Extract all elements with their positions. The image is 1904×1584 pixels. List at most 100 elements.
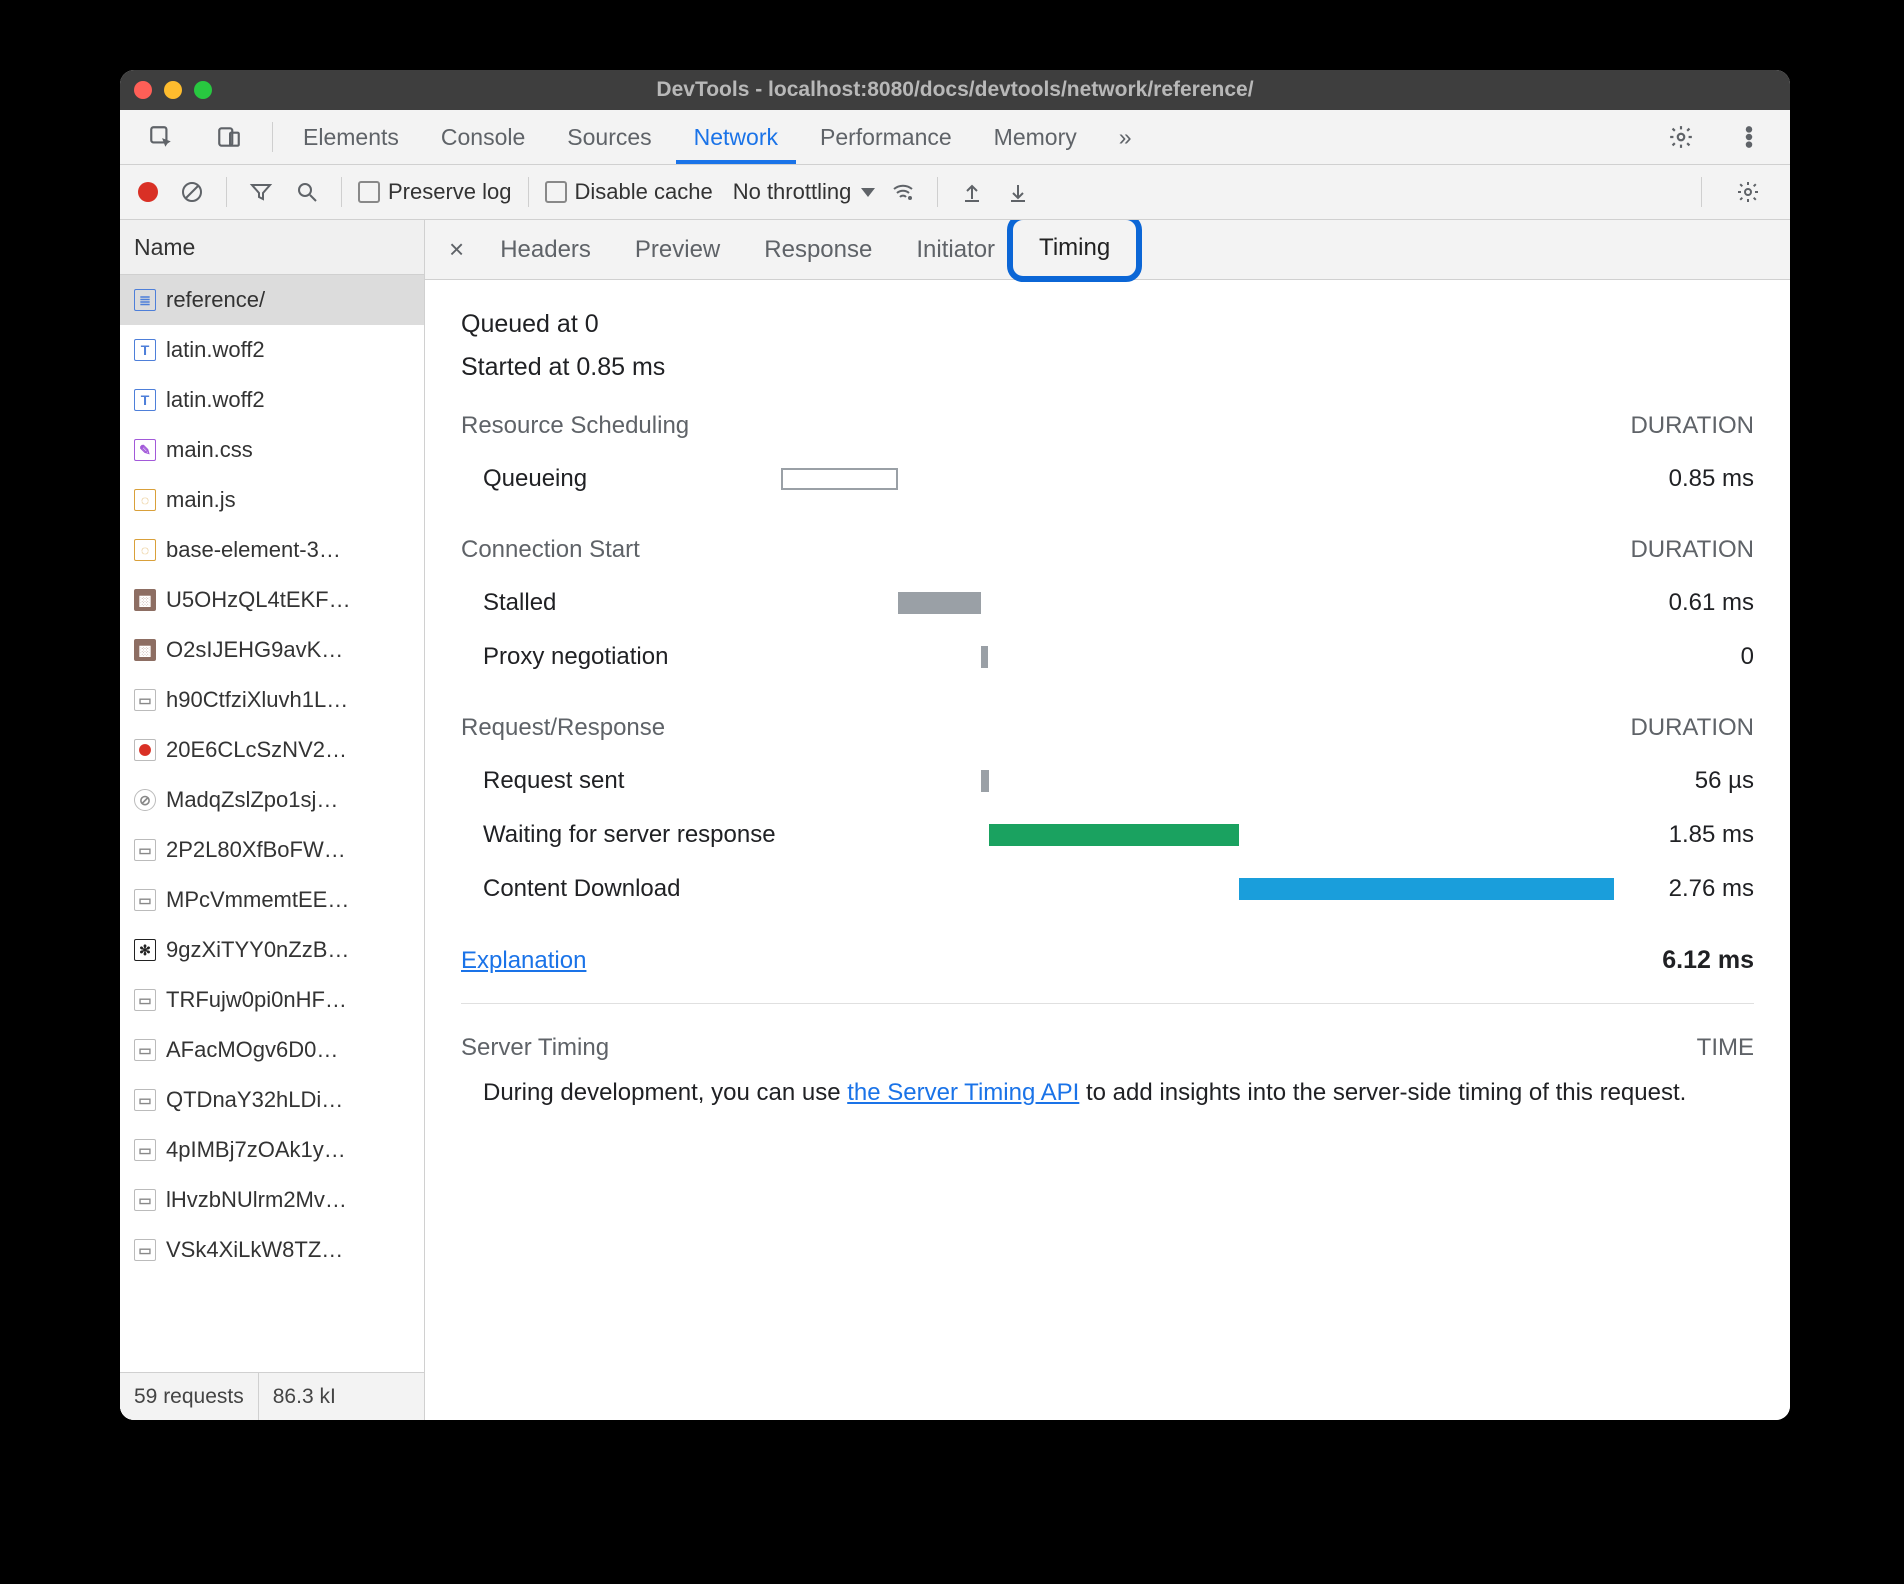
- request-row[interactable]: ▭ h90CtfziXluvh1L…: [120, 675, 424, 725]
- divider: [226, 177, 227, 207]
- queued-at: Queued at 0: [461, 310, 1754, 339]
- explanation-link[interactable]: Explanation: [461, 947, 586, 975]
- section-title: Resource Scheduling: [461, 412, 689, 440]
- file-type-icon: ▭: [134, 689, 156, 711]
- tab-more[interactable]: »: [1101, 110, 1150, 164]
- request-name: main.css: [166, 437, 253, 463]
- section-title: Request/Response: [461, 714, 665, 742]
- request-row[interactable]: ▭QTDnaY32hLDi…: [120, 1075, 424, 1125]
- tab-memory[interactable]: Memory: [976, 110, 1095, 164]
- request-row[interactable]: ✎ main.css: [120, 425, 424, 475]
- network-settings-icon[interactable]: [1718, 165, 1778, 219]
- tab-elements[interactable]: Elements: [285, 110, 417, 164]
- inspect-element-icon[interactable]: [130, 110, 192, 164]
- preserve-log-label: Preserve log: [388, 179, 512, 205]
- settings-icon[interactable]: [1650, 110, 1712, 164]
- tab-headers[interactable]: Headers: [478, 220, 613, 279]
- timing-row: Proxy negotiation 0: [461, 630, 1754, 684]
- request-name: QTDnaY32hLDi…: [166, 1087, 343, 1113]
- request-row[interactable]: ▭4pIMBj7zOAk1y…: [120, 1125, 424, 1175]
- request-row[interactable]: ⊘MadqZslZpo1sj…: [120, 775, 424, 825]
- throttling-select[interactable]: No throttling: [733, 179, 876, 205]
- filter-icon[interactable]: [243, 165, 279, 219]
- request-row[interactable]: ◌base-element-3…: [120, 525, 424, 575]
- name-column-header[interactable]: Name: [120, 220, 424, 275]
- clear-button[interactable]: [174, 165, 210, 219]
- tab-initiator[interactable]: Initiator: [894, 220, 1017, 279]
- server-timing-api-link[interactable]: the Server Timing API: [847, 1079, 1079, 1106]
- file-type-icon: ✻: [134, 939, 156, 961]
- request-name: h90CtfziXluvh1L…: [166, 687, 348, 713]
- server-timing-tip: During development, you can use the Serv…: [461, 1076, 1754, 1110]
- request-name: MPcVmmemtEE…: [166, 887, 349, 913]
- search-icon[interactable]: [289, 165, 325, 219]
- timing-label: Request sent: [461, 767, 781, 795]
- request-row[interactable]: ▭2P2L80XfBoFW…: [120, 825, 424, 875]
- tab-timing[interactable]: Timing: [1017, 220, 1132, 279]
- divider: [272, 122, 273, 152]
- request-row[interactable]: ▭TRFujw0pi0nHF…: [120, 975, 424, 1025]
- request-row[interactable]: ▭MPcVmmemtEE…: [120, 875, 424, 925]
- tab-network[interactable]: Network: [676, 110, 796, 164]
- record-button[interactable]: [132, 165, 164, 219]
- detail-tabstrip: × Headers Preview Response Initiator Tim…: [425, 220, 1790, 280]
- timing-value: 0.85 ms: [1614, 465, 1754, 493]
- request-row[interactable]: ◌main.js: [120, 475, 424, 525]
- request-row[interactable]: 20E6CLcSzNV2…: [120, 725, 424, 775]
- timing-label: Waiting for server response: [461, 821, 781, 849]
- panel-body: Name ≣reference/Tlatin.woff2Tlatin.woff2…: [120, 220, 1790, 1420]
- close-detail-button[interactable]: ×: [435, 220, 478, 279]
- timing-label: Content Download: [461, 875, 781, 903]
- started-at: Started at 0.85 ms: [461, 353, 1754, 382]
- divider: [341, 177, 342, 207]
- preserve-log-checkbox[interactable]: Preserve log: [358, 179, 512, 205]
- tab-console[interactable]: Console: [423, 110, 543, 164]
- request-row[interactable]: Tlatin.woff2: [120, 375, 424, 425]
- file-type-icon: ✎: [134, 439, 156, 461]
- status-bar: 59 requests 86.3 kI: [120, 1372, 424, 1420]
- timing-label: Stalled: [461, 589, 781, 617]
- tab-preview[interactable]: Preview: [613, 220, 742, 279]
- download-har-icon[interactable]: [1000, 165, 1036, 219]
- timing-value: 1.85 ms: [1614, 821, 1754, 849]
- file-type-icon: ▭: [134, 1189, 156, 1211]
- minimize-window-button[interactable]: [164, 81, 182, 99]
- tab-performance[interactable]: Performance: [802, 110, 970, 164]
- request-row[interactable]: ▩U5OHzQL4tEKF…: [120, 575, 424, 625]
- timing-value: 56 µs: [1614, 767, 1754, 795]
- file-type-icon: T: [134, 339, 156, 361]
- tab-timing-label: Timing: [1039, 234, 1110, 262]
- network-conditions-icon[interactable]: [885, 165, 921, 219]
- maximize-window-button[interactable]: [194, 81, 212, 99]
- close-window-button[interactable]: [134, 81, 152, 99]
- request-row[interactable]: ▭AFacMOgv6D0…: [120, 1025, 424, 1075]
- duration-header: DURATION: [1630, 536, 1754, 564]
- timing-label: Proxy negotiation: [461, 643, 781, 671]
- file-type-icon: ▩: [134, 639, 156, 661]
- total-duration: 6.12 ms: [1662, 946, 1754, 975]
- timing-value: 0: [1614, 643, 1754, 671]
- upload-har-icon[interactable]: [954, 165, 990, 219]
- file-type-icon: ▭: [134, 839, 156, 861]
- disable-cache-checkbox[interactable]: Disable cache: [545, 179, 713, 205]
- file-type-icon: T: [134, 389, 156, 411]
- request-row[interactable]: ≣reference/: [120, 275, 424, 325]
- request-row[interactable]: ▭lHvzbNUlrm2Mv…: [120, 1175, 424, 1225]
- tab-response[interactable]: Response: [742, 220, 894, 279]
- request-row[interactable]: ▩O2sIJEHG9avK…: [120, 625, 424, 675]
- request-row[interactable]: ▭VSk4XiLkW8TZ…: [120, 1225, 424, 1275]
- timing-row: Request sent 56 µs: [461, 754, 1754, 808]
- titlebar: DevTools - localhost:8080/docs/devtools/…: [120, 70, 1790, 110]
- request-name: 20E6CLcSzNV2…: [166, 737, 347, 763]
- kebab-menu-icon[interactable]: [1718, 110, 1780, 164]
- timing-value: 0.61 ms: [1614, 589, 1754, 617]
- request-name: MadqZslZpo1sj…: [166, 787, 338, 813]
- timing-bar: [989, 824, 1239, 846]
- file-list[interactable]: ≣reference/Tlatin.woff2Tlatin.woff2 ✎ main…: [120, 275, 424, 1372]
- request-row[interactable]: Tlatin.woff2: [120, 325, 424, 375]
- tab-sources[interactable]: Sources: [549, 110, 669, 164]
- request-row[interactable]: ✻9gzXiTYY0nZzB…: [120, 925, 424, 975]
- devtools-window: DevTools - localhost:8080/docs/devtools/…: [120, 70, 1790, 1420]
- device-toggle-icon[interactable]: [198, 110, 260, 164]
- request-name: 4pIMBj7zOAk1y…: [166, 1137, 346, 1163]
